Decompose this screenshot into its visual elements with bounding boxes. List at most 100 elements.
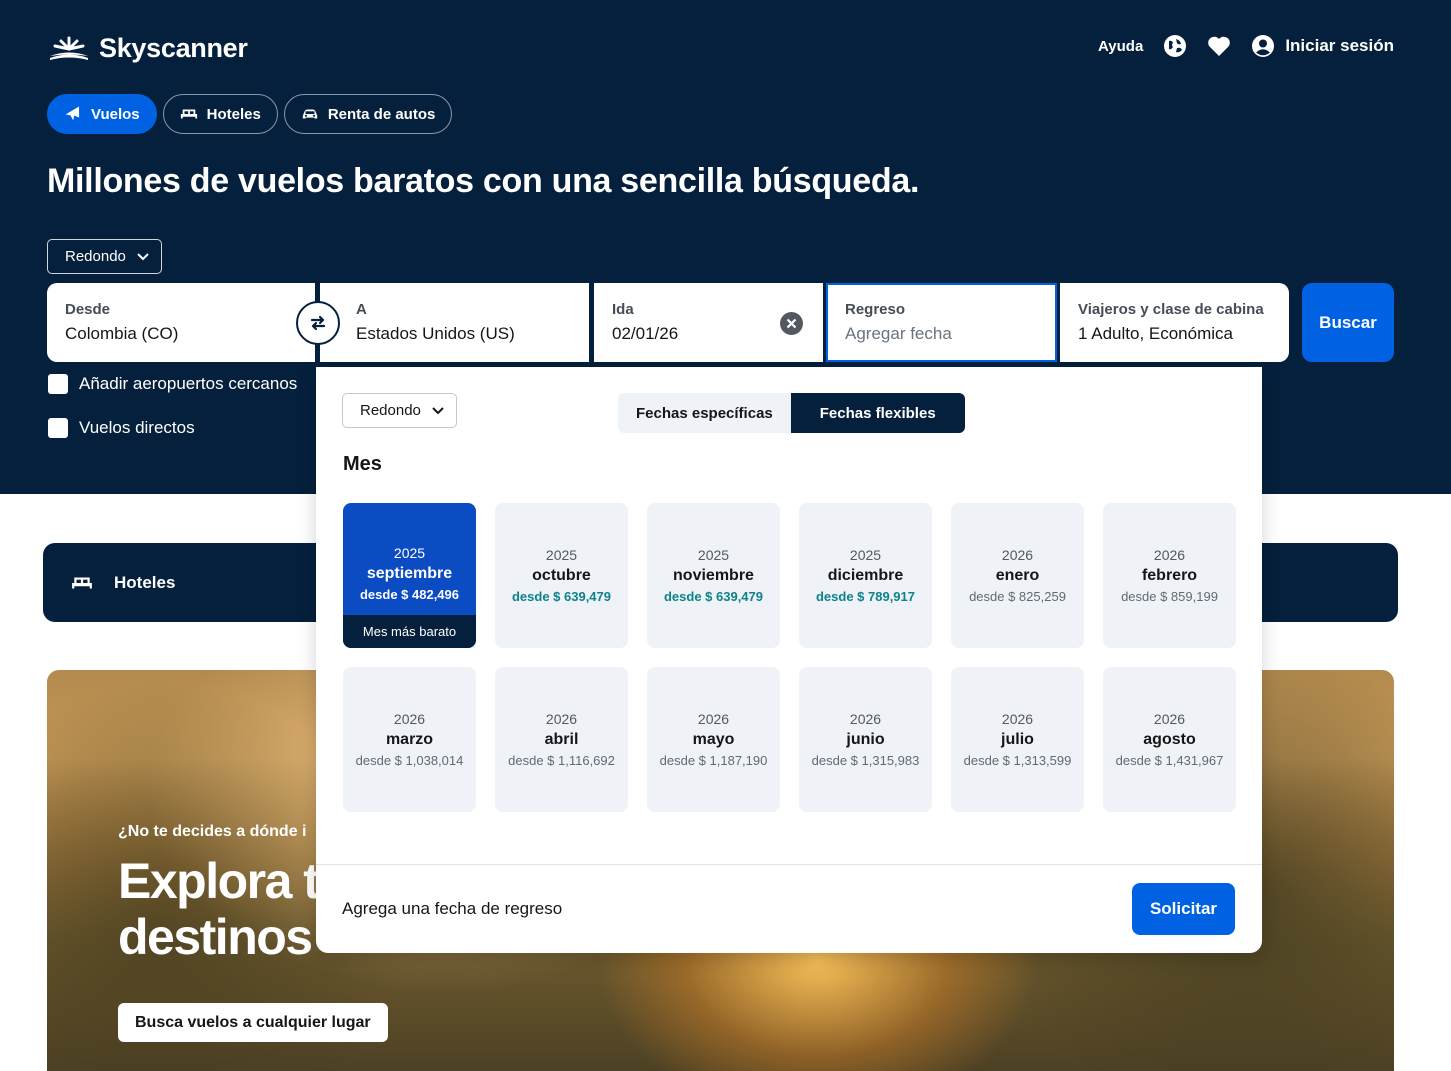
logo-text: Skyscanner bbox=[99, 33, 248, 63]
heart-icon[interactable] bbox=[1207, 34, 1231, 58]
month-card[interactable]: 2026 marzo desde $ 1,038,014 bbox=[343, 667, 476, 812]
banner-title-line1: Explora t bbox=[118, 853, 320, 909]
month-card[interactable]: 2026 febrero desde $ 859,199 bbox=[1103, 503, 1236, 648]
month-card[interactable]: 2026 abril desde $ 1,116,692 bbox=[495, 667, 628, 812]
return-placeholder: Agregar fecha bbox=[845, 324, 952, 343]
nearby-airports-label: Añadir aeropuertos cercanos bbox=[79, 374, 298, 393]
return-date-field[interactable]: Regreso Agregar fecha bbox=[826, 283, 1057, 362]
swap-arrows-icon bbox=[310, 315, 326, 331]
tab-specific-dates[interactable]: Fechas específicas bbox=[618, 393, 791, 433]
month-name: septiembre bbox=[366, 565, 453, 582]
month-card[interactable]: 2025 diciembre desde $ 789,917 bbox=[799, 503, 932, 648]
popover-footer: Agrega una fecha de regreso Solicitar bbox=[316, 864, 1262, 953]
direct-flights-checkbox[interactable]: Vuelos directos bbox=[48, 418, 195, 438]
travellers-field[interactable]: Viajeros y clase de cabina 1 Adulto, Eco… bbox=[1060, 283, 1289, 362]
month-price: desde $ 1,187,190 bbox=[659, 753, 768, 768]
checkbox-box[interactable] bbox=[48, 418, 68, 438]
account-icon bbox=[1252, 35, 1275, 57]
trip-type-select[interactable]: Redondo bbox=[47, 239, 162, 274]
chevron-down-icon bbox=[432, 406, 444, 414]
month-price: desde $ 1,116,692 bbox=[508, 753, 615, 768]
month-name: diciembre bbox=[827, 567, 904, 584]
clear-date-button[interactable] bbox=[780, 312, 803, 335]
top-nav: Ayuda Iniciar sesión bbox=[1098, 34, 1394, 58]
depart-label: Ida bbox=[612, 301, 634, 318]
bed-icon bbox=[72, 577, 92, 588]
explore-everywhere-button[interactable]: Busca vuelos a cualquier lugar bbox=[118, 1003, 388, 1042]
month-year: 2025 bbox=[545, 547, 578, 563]
month-card[interactable]: 2026 enero desde $ 825,259 bbox=[951, 503, 1084, 648]
month-card[interactable]: 2026 julio desde $ 1,313,599 bbox=[951, 667, 1084, 812]
date-picker-popover: Redondo Fechas específicas Fechas flexib… bbox=[316, 367, 1262, 953]
tab-hotels-label: Hoteles bbox=[206, 105, 261, 123]
month-price: desde $ 1,038,014 bbox=[355, 753, 464, 768]
month-card[interactable]: 2026 agosto desde $ 1,431,967 bbox=[1103, 667, 1236, 812]
tab-flexible-dates[interactable]: Fechas flexibles bbox=[790, 393, 965, 433]
month-section-title: Mes bbox=[343, 453, 382, 475]
month-price: desde $ 825,259 bbox=[969, 589, 1066, 604]
cheapest-month-badge: Mes más barato bbox=[343, 615, 476, 648]
tab-flights-label: Vuelos bbox=[91, 105, 140, 123]
month-year: 2026 bbox=[1153, 547, 1186, 563]
checkbox-box[interactable] bbox=[48, 374, 68, 394]
product-tabs: Vuelos Hoteles Renta de autos bbox=[47, 94, 453, 134]
skyscanner-logo[interactable]: Skyscanner bbox=[47, 33, 248, 64]
destination-label: A bbox=[356, 301, 367, 318]
month-year: 2026 bbox=[697, 711, 730, 727]
month-grid: 2025 septiembre desde $ 482,496 Mes más … bbox=[343, 503, 1236, 812]
help-link[interactable]: Ayuda bbox=[1098, 38, 1143, 55]
month-name: abril bbox=[544, 731, 579, 748]
login-button[interactable]: Iniciar sesión bbox=[1251, 34, 1394, 58]
date-mode-toggle: Fechas específicas Fechas flexibles bbox=[618, 393, 965, 433]
destination-value: Estados Unidos (US) bbox=[356, 324, 515, 343]
swap-locations-button[interactable] bbox=[296, 301, 340, 345]
month-year: 2025 bbox=[849, 547, 882, 563]
month-name: noviembre bbox=[673, 567, 754, 584]
search-button[interactable]: Buscar bbox=[1302, 283, 1394, 362]
direct-flights-label: Vuelos directos bbox=[79, 418, 195, 437]
origin-value: Colombia (CO) bbox=[65, 324, 179, 343]
hotels-strip-label: Hoteles bbox=[114, 572, 176, 592]
month-year: 2025 bbox=[697, 547, 730, 563]
month-price: desde $ 482,496 bbox=[359, 587, 460, 602]
month-card[interactable]: 2025 septiembre desde $ 482,496 Mes más … bbox=[343, 503, 476, 648]
travellers-label: Viajeros y clase de cabina bbox=[1078, 301, 1264, 318]
trip-type-value: Redondo bbox=[65, 248, 126, 265]
login-label: Iniciar sesión bbox=[1285, 36, 1394, 55]
month-price: desde $ 1,431,967 bbox=[1115, 753, 1224, 768]
month-name: mayo bbox=[692, 731, 735, 748]
banner-title-line2: destinos bbox=[118, 909, 313, 965]
return-label: Regreso bbox=[845, 301, 906, 318]
destination-field[interactable]: A Estados Unidos (US) bbox=[320, 283, 589, 362]
month-card[interactable]: 2026 junio desde $ 1,315,983 bbox=[799, 667, 932, 812]
close-icon bbox=[786, 318, 797, 329]
tab-car-rental[interactable]: Renta de autos bbox=[283, 94, 453, 134]
tab-flights[interactable]: Vuelos bbox=[47, 94, 157, 134]
month-name: marzo bbox=[385, 731, 434, 748]
popover-trip-type-select[interactable]: Redondo bbox=[342, 393, 457, 428]
month-year: 2026 bbox=[1001, 547, 1034, 563]
month-card[interactable]: 2026 mayo desde $ 1,187,190 bbox=[647, 667, 780, 812]
month-name: enero bbox=[995, 567, 1040, 584]
banner-kicker: ¿No te decides a dónde i bbox=[118, 823, 307, 840]
sunburst-logo-icon bbox=[50, 36, 88, 60]
tab-hotels[interactable]: Hoteles bbox=[162, 94, 278, 134]
month-price: desde $ 789,917 bbox=[815, 589, 916, 604]
month-card[interactable]: 2025 noviembre desde $ 639,479 bbox=[647, 503, 780, 648]
apply-button[interactable]: Solicitar bbox=[1132, 883, 1235, 935]
popover-trip-type-value: Redondo bbox=[360, 402, 421, 419]
month-year: 2026 bbox=[849, 711, 882, 727]
bed-icon bbox=[180, 109, 197, 119]
origin-field[interactable]: Desde Colombia (CO) bbox=[47, 283, 315, 362]
page-headline: Millones de vuelos baratos con una senci… bbox=[47, 162, 920, 200]
globe-icon[interactable] bbox=[1163, 34, 1187, 58]
nearby-airports-checkbox[interactable]: Añadir aeropuertos cercanos bbox=[48, 374, 297, 394]
month-year: 2026 bbox=[1001, 711, 1034, 727]
month-name: octubre bbox=[532, 567, 591, 584]
travellers-value: 1 Adulto, Económica bbox=[1078, 324, 1233, 343]
month-name: febrero bbox=[1141, 567, 1198, 584]
chevron-down-icon bbox=[137, 252, 149, 260]
month-name: junio bbox=[846, 731, 885, 748]
month-year: 2025 bbox=[393, 545, 426, 561]
month-card[interactable]: 2025 octubre desde $ 639,479 bbox=[495, 503, 628, 648]
